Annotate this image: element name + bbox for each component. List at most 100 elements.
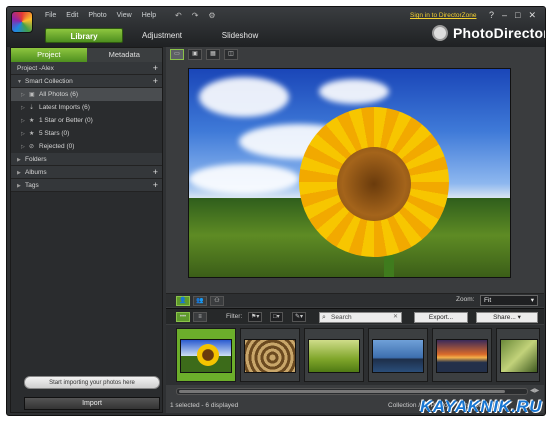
preview-bar: 👤 👥 ⚇ Zoom: Fit ▾ xyxy=(166,293,544,307)
window-controls: ? – □ ✕ xyxy=(489,10,536,21)
minimize-icon[interactable]: – xyxy=(502,10,507,21)
add-project-icon[interactable]: + xyxy=(153,62,158,75)
tags-header[interactable]: ▶ Tags + xyxy=(11,179,162,192)
collection-item-label: 1 Star or Better (0) xyxy=(39,117,93,124)
cloud-shape xyxy=(189,164,299,194)
thumbnail-city[interactable] xyxy=(368,328,428,382)
menu-photo[interactable]: Photo xyxy=(88,12,106,19)
menu-bar: File Edit Photo View Help xyxy=(45,12,156,19)
group-icon[interactable]: ⚇ xyxy=(210,296,224,306)
status-selection: 1 selected - 6 displayed xyxy=(170,402,239,409)
export-button[interactable]: Export... xyxy=(414,312,468,323)
app-window: File Edit Photo View Help ↶ ↷ ⚙ Sign in … xyxy=(6,6,546,416)
cloud-shape xyxy=(319,79,389,104)
zoom-label: Zoom: xyxy=(456,296,475,303)
filmstrip xyxy=(166,325,544,385)
tab-library[interactable]: Library xyxy=(45,28,123,43)
thumbnail-field[interactable] xyxy=(304,328,364,382)
thumbnail-view-icon[interactable]: ••• xyxy=(176,312,190,322)
close-icon[interactable]: ✕ xyxy=(528,10,536,21)
tab-project[interactable]: Project xyxy=(11,48,87,62)
smart-collection-header[interactable]: ▼ Smart Collection + xyxy=(11,75,162,88)
view-mode-bar: ▭ ▣ ▦ ◫ xyxy=(170,49,238,60)
search-input[interactable]: ⌕ Search ✕ xyxy=(319,312,402,323)
help-icon[interactable]: ? xyxy=(489,10,494,21)
thumbnail-shell[interactable] xyxy=(240,328,300,382)
export-label: Export... xyxy=(428,314,454,321)
thumbnail-image xyxy=(436,339,488,373)
maximize-icon[interactable]: □ xyxy=(515,10,520,21)
gear-icon[interactable]: ⚙ xyxy=(208,11,215,20)
main-area: ▭ ▣ ▦ ◫ 👤 👥 ⚇ Zoom: Fit ▾ ••• ≡ Filter: ⚑… xyxy=(166,47,544,413)
pen-filter-icon[interactable]: ✎▾ xyxy=(292,312,307,322)
collection-item-rejected[interactable]: ▷ ⊘ Rejected (0) xyxy=(11,140,162,153)
title-toolbar: ↶ ↷ ⚙ xyxy=(175,11,216,20)
collection-item-all-photos[interactable]: ▷ ▣ All Photos (6) xyxy=(11,88,162,101)
filmstrip-scrollbar[interactable] xyxy=(176,388,528,395)
zoom-value: Fit xyxy=(484,297,492,304)
menu-help[interactable]: Help xyxy=(142,12,156,19)
scroll-arrows: ◀▶ xyxy=(530,387,539,394)
add-album-icon[interactable]: + xyxy=(153,166,158,179)
tab-adjustment[interactable]: Adjustment xyxy=(123,28,201,43)
color-filter-icon[interactable]: □▾ xyxy=(270,312,283,322)
cloud-shape xyxy=(199,77,289,117)
compare-view-icon[interactable]: ◫ xyxy=(224,49,238,60)
thumbnail-image xyxy=(372,339,424,373)
collection-item-five-stars[interactable]: ▷ ★ 5 Stars (0) xyxy=(11,127,162,140)
scroll-right-icon[interactable]: ▶ xyxy=(535,388,540,394)
add-smart-collection-icon[interactable]: + xyxy=(153,75,158,88)
title-bar: File Edit Photo View Help ↶ ↷ ⚙ Sign in … xyxy=(7,7,546,47)
redo-icon[interactable]: ↷ xyxy=(192,11,199,20)
menu-view[interactable]: View xyxy=(117,12,132,19)
photo-preview[interactable] xyxy=(188,68,511,278)
project-header: Project -Alex + xyxy=(11,62,162,75)
left-tabs: Project Metadata xyxy=(11,48,162,62)
sunflower-center xyxy=(337,147,411,221)
collection-item-latest-imports[interactable]: ▷ ⇣ Latest Imports (6) xyxy=(11,101,162,114)
two-person-icon[interactable]: 👥 xyxy=(193,296,207,306)
brand-name: PhotoDirector xyxy=(453,25,546,41)
scrollbar-thumb[interactable] xyxy=(179,390,505,393)
search-icon: ⌕ xyxy=(322,314,326,321)
smart-collection-label: Smart Collection xyxy=(25,78,73,85)
menu-edit[interactable]: Edit xyxy=(66,12,78,19)
folders-header[interactable]: ▶ Folders xyxy=(11,153,162,166)
tab-metadata[interactable]: Metadata xyxy=(86,48,162,62)
thumbnail-plant[interactable] xyxy=(496,328,540,382)
albums-header[interactable]: ▶ Albums + xyxy=(11,166,162,179)
list-view-icon[interactable]: ≡ xyxy=(193,312,207,322)
flag-filter-icon[interactable]: ⚑▾ xyxy=(248,312,263,322)
clear-search-icon[interactable]: ✕ xyxy=(393,313,398,322)
grid-view-icon[interactable]: ▦ xyxy=(206,49,220,60)
share-button[interactable]: Share... ▾ xyxy=(476,312,538,323)
collection-item-label: Latest Imports (6) xyxy=(39,104,90,111)
zoom-select[interactable]: Fit ▾ xyxy=(480,295,538,306)
add-tag-icon[interactable]: + xyxy=(153,179,158,192)
thumbnail-image xyxy=(244,339,296,373)
brand-icon xyxy=(432,25,448,41)
import-button[interactable]: Import xyxy=(24,397,160,410)
chevron-down-icon: ▾ xyxy=(530,297,534,304)
thumbnail-sunflower-shape xyxy=(197,344,219,366)
app-logo-icon xyxy=(11,11,33,33)
undo-icon[interactable]: ↶ xyxy=(175,11,182,20)
project-title: Project -Alex xyxy=(17,65,54,72)
mode-tabs: Library Adjustment Slideshow xyxy=(45,28,279,43)
collection-item-one-star[interactable]: ▷ ★ 1 Star or Better (0) xyxy=(11,114,162,127)
filter-toolbar: ••• ≡ Filter: ⚑▾ □▾ ✎▾ ⌕ Search ✕ Export… xyxy=(166,308,544,324)
tab-slideshow[interactable]: Slideshow xyxy=(201,28,279,43)
single-view-icon[interactable]: ▣ xyxy=(188,49,202,60)
single-person-icon[interactable]: 👤 xyxy=(176,296,190,306)
folders-label: Folders xyxy=(25,156,47,163)
thumbnail-sunflower[interactable] xyxy=(176,328,236,382)
menu-file[interactable]: File xyxy=(45,12,56,19)
brand: PhotoDirector xyxy=(432,25,546,41)
thumbnail-image xyxy=(180,339,232,373)
thumbnail-sunset[interactable] xyxy=(432,328,492,382)
loupe-view-icon[interactable]: ▭ xyxy=(170,49,184,60)
collection-item-label: 5 Stars (0) xyxy=(39,130,70,137)
albums-label: Albums xyxy=(25,169,47,176)
expand-arrow-icon[interactable]: ▶ xyxy=(17,180,25,193)
signin-link[interactable]: Sign in to DirectorZone xyxy=(410,12,476,19)
